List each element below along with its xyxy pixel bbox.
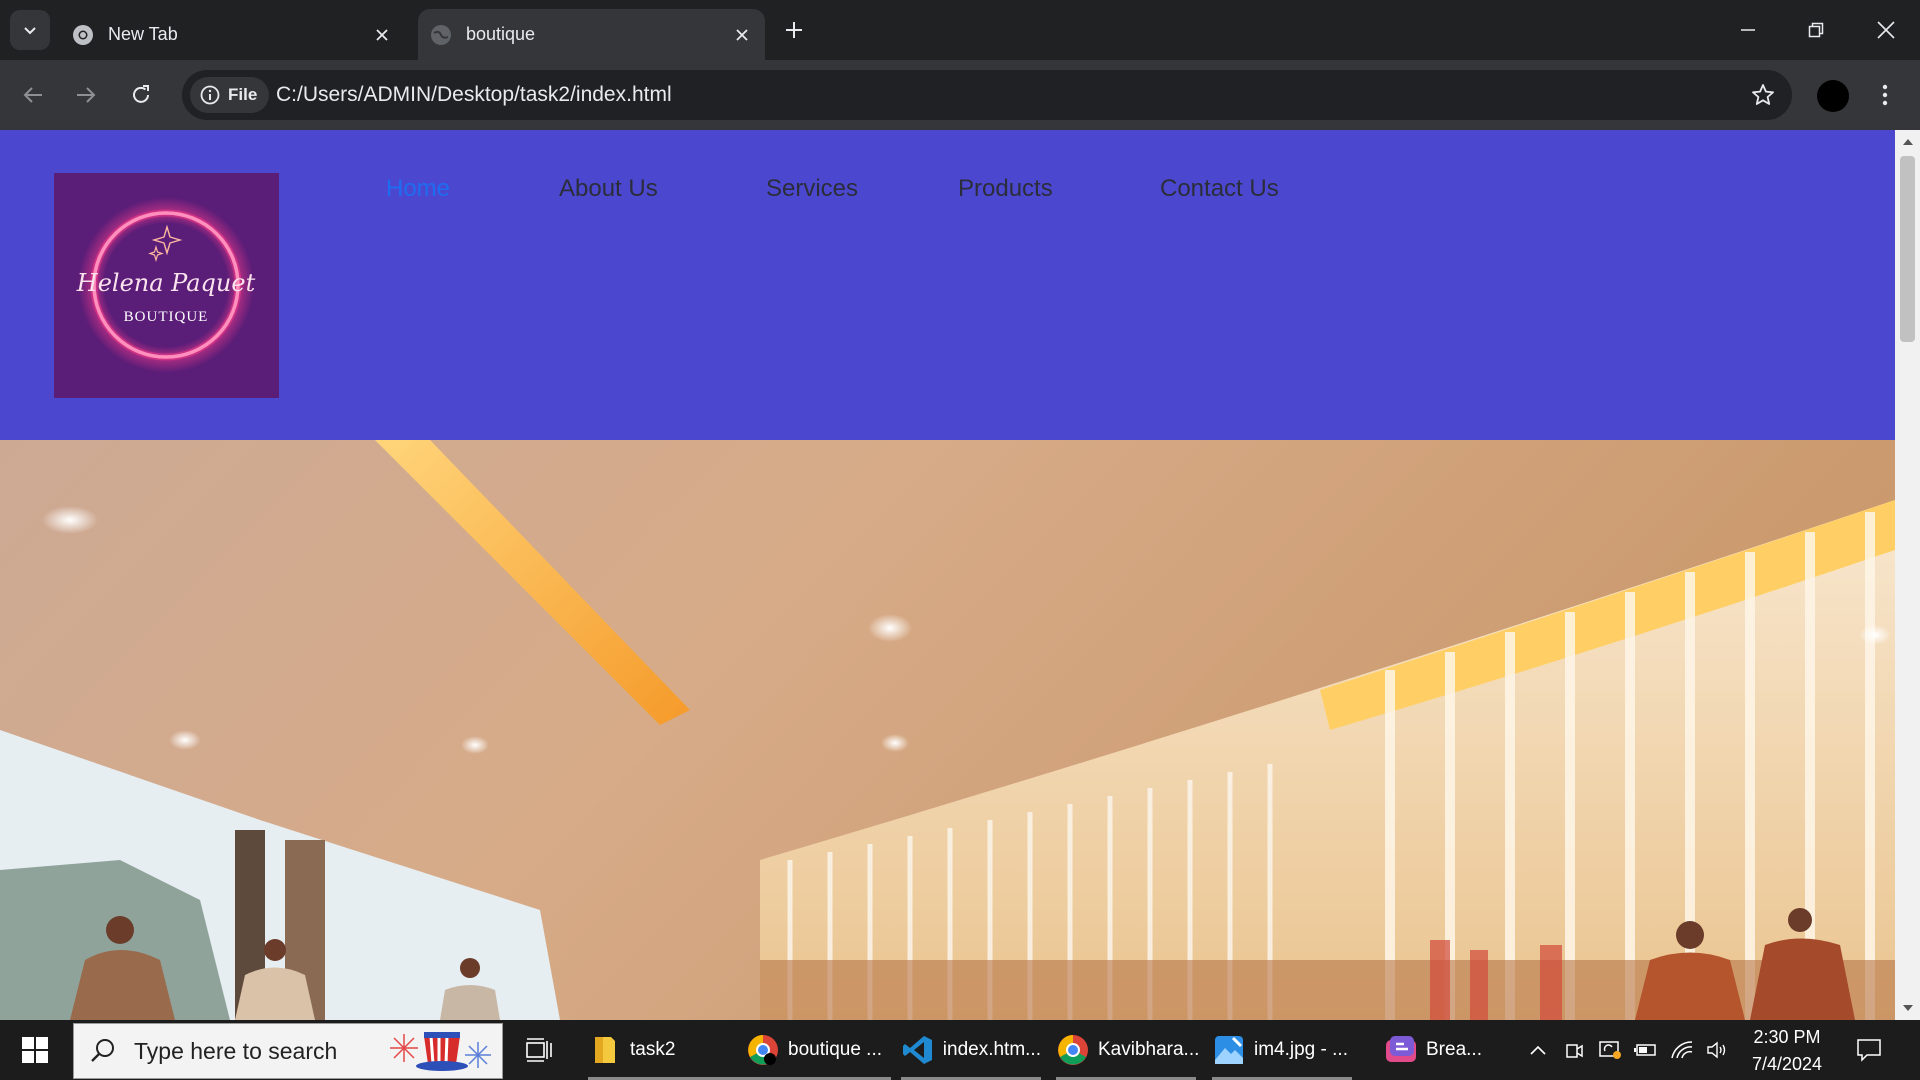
logo-script-name: Helena Paquet: [76, 269, 256, 297]
tab-boutique[interactable]: boutique: [418, 9, 765, 60]
start-button[interactable]: [0, 1020, 70, 1080]
scroll-up-arrow-icon[interactable]: [1895, 132, 1920, 152]
taskbar-app-photos[interactable]: im4.jpg - ...: [1212, 1020, 1352, 1080]
url-text[interactable]: C:/Users/ADMIN/Desktop/task2/index.html: [276, 70, 672, 120]
chrome-icon: [746, 1033, 780, 1067]
system-clock[interactable]: 2:30 PM 7/4/2024: [1737, 1024, 1837, 1078]
minimize-button[interactable]: [1714, 0, 1782, 60]
bookmark-star-icon[interactable]: [1748, 80, 1778, 110]
page-viewport: Helena Paquet BOUTIQUE Home About Us Ser…: [0, 130, 1895, 1020]
browser-toolbar: File C:/Users/ADMIN/Desktop/task2/index.…: [0, 60, 1920, 130]
clipchamp-icon: [1384, 1033, 1418, 1067]
more-vertical-icon: [1882, 84, 1888, 106]
folder-icon: [588, 1033, 622, 1067]
new-tab-button[interactable]: [776, 12, 812, 48]
taskbar-app-label: index.htm...: [942, 1039, 1041, 1060]
hero-store-interior-image: [0, 440, 1895, 1020]
taskbar-search[interactable]: Type here to search: [73, 1023, 503, 1079]
boutique-logo[interactable]: Helena Paquet BOUTIQUE: [54, 173, 279, 398]
arrow-right-icon: [77, 87, 96, 103]
meet-now-icon[interactable]: [1560, 1036, 1588, 1064]
battery-icon[interactable]: [1632, 1036, 1660, 1064]
restore-icon: [1808, 22, 1824, 38]
search-placeholder: Type here to search: [134, 1037, 338, 1064]
clock-date: 7/4/2024: [1751, 1054, 1823, 1074]
photos-icon: [1212, 1033, 1246, 1067]
volume-icon[interactable]: [1704, 1036, 1732, 1064]
profile-avatar[interactable]: [1817, 80, 1849, 112]
clock-time: 2:30 PM: [1753, 1027, 1821, 1047]
info-icon: [200, 85, 220, 105]
site-header: Helena Paquet BOUTIQUE Home About Us Ser…: [0, 130, 1895, 440]
logo-tagline: BOUTIQUE: [124, 309, 209, 325]
windows-update-icon[interactable]: [1596, 1036, 1624, 1064]
tab-title: boutique: [466, 24, 536, 44]
task-view-button[interactable]: [525, 1020, 555, 1080]
taskbar-app-label: Brea...: [1426, 1039, 1482, 1060]
vscode-icon: [901, 1033, 935, 1067]
forward-button[interactable]: [66, 75, 106, 115]
chrome-icon: [72, 24, 94, 46]
nav-services[interactable]: Services: [766, 175, 858, 203]
taskbar-app-label: boutique ...: [788, 1039, 883, 1060]
globe-icon: [430, 24, 452, 46]
chrome-icon: [1056, 1033, 1090, 1067]
taskbar-app-chrome-kavibhara[interactable]: Kavibhara...: [1056, 1020, 1200, 1080]
taskbar-app-label: task2: [630, 1039, 676, 1060]
taskbar-app-label: Kavibhara...: [1098, 1039, 1200, 1060]
address-bar[interactable]: File C:/Users/ADMIN/Desktop/task2/index.…: [182, 70, 1792, 120]
search-highlight-hat-icon: [390, 1032, 491, 1071]
tab-search-button[interactable]: [10, 10, 50, 50]
nav-home[interactable]: Home: [386, 175, 450, 203]
page-scrollbar[interactable]: [1895, 130, 1920, 1020]
minimize-icon: [1741, 29, 1755, 31]
search-icon: [91, 1039, 114, 1062]
reload-button[interactable]: [121, 75, 161, 115]
tab-title: New Tab: [108, 24, 178, 44]
close-window-button[interactable]: [1852, 0, 1920, 60]
notification-center-icon[interactable]: [1852, 1034, 1886, 1066]
taskbar-app-clipchamp[interactable]: Brea...: [1384, 1020, 1494, 1080]
reload-icon: [133, 85, 149, 103]
windows-logo-icon: [22, 1037, 48, 1063]
browser-tab-strip: New Tab boutique: [0, 0, 1920, 60]
back-button[interactable]: [13, 75, 53, 115]
windows-taskbar: Type here to search task2 boutique ... i…: [0, 1020, 1920, 1080]
close-tab-icon[interactable]: [727, 20, 757, 50]
taskbar-app-label: im4.jpg - ...: [1254, 1039, 1348, 1060]
nav-about-us[interactable]: About Us: [559, 175, 658, 203]
arrow-left-icon: [23, 87, 42, 103]
taskbar-app-chrome-boutique[interactable]: boutique ...: [746, 1020, 891, 1080]
task-view-icon: [526, 1038, 552, 1062]
close-tab-icon[interactable]: [367, 20, 397, 50]
close-icon: [1877, 21, 1895, 39]
show-hidden-icons-chevron-icon[interactable]: [1524, 1036, 1552, 1064]
scrollbar-thumb[interactable]: [1900, 156, 1915, 342]
site-info-chip[interactable]: File: [190, 77, 270, 113]
nav-contact-us[interactable]: Contact Us: [1160, 175, 1279, 203]
chip-label: File: [228, 85, 258, 104]
tab-new-tab[interactable]: New Tab: [60, 9, 405, 60]
nav-products[interactable]: Products: [958, 175, 1053, 203]
plus-icon: [786, 22, 802, 38]
browser-menu-button[interactable]: [1870, 75, 1900, 115]
restore-button[interactable]: [1782, 0, 1850, 60]
scroll-down-arrow-icon[interactable]: [1895, 998, 1920, 1018]
chevron-down-icon: [24, 27, 36, 35]
wifi-icon[interactable]: [1668, 1036, 1696, 1064]
taskbar-app-vscode[interactable]: index.htm...: [901, 1020, 1041, 1080]
